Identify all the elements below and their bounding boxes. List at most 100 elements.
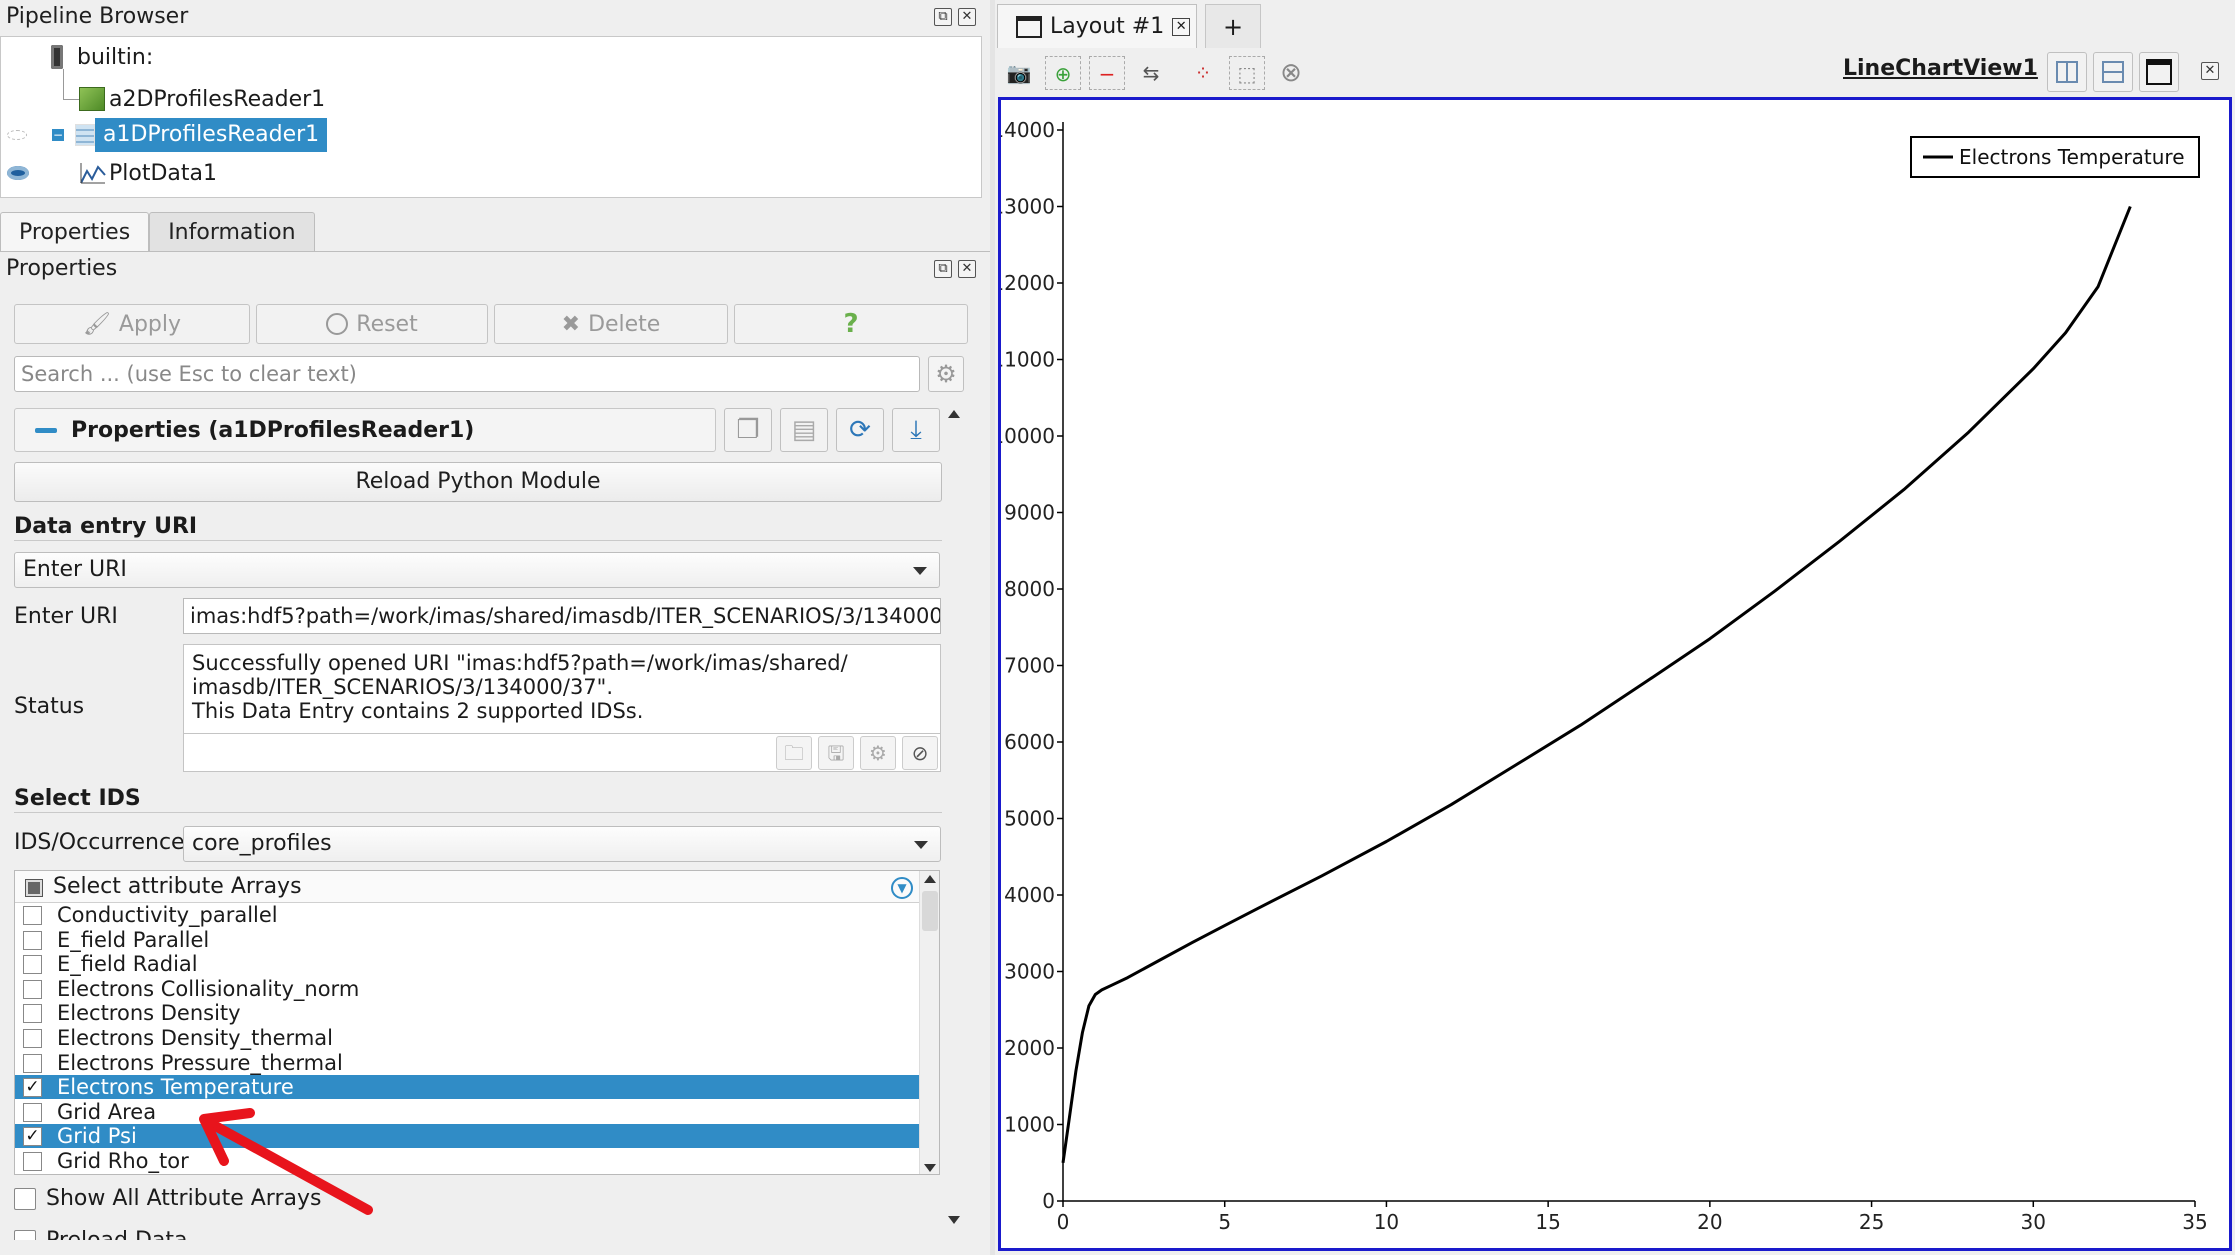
show-all-arrays-checkbox[interactable] [14, 1188, 36, 1210]
list-scrollbar[interactable] [919, 871, 939, 1174]
folder-open-icon[interactable]: 🗀 [776, 736, 812, 770]
ids-occurrence-select[interactable]: core_profiles [183, 826, 941, 862]
select-points-icon[interactable]: ⊕ [1045, 56, 1081, 90]
eye-hidden-icon[interactable] [7, 117, 27, 153]
line-chart-view[interactable]: 0100020003000400050006000700080009000100… [991, 97, 2232, 1251]
array-checkbox[interactable]: ✓ [23, 1127, 42, 1147]
reload-python-module-button[interactable]: Reload Python Module [14, 462, 942, 502]
array-checkbox[interactable] [23, 1029, 42, 1048]
list-item[interactable]: Electrons Pressure_thermal [15, 1051, 919, 1075]
close-view-icon[interactable]: ✕ [2201, 62, 2219, 80]
y-tick-label: 5000 [1004, 807, 1055, 831]
clear-icon[interactable]: ⊘ [902, 736, 938, 770]
collapse-bar-icon [35, 427, 57, 433]
save-defaults-icon[interactable]: ⤓ [892, 408, 940, 452]
tree-item-builtin[interactable]: builtin: [51, 39, 161, 75]
select-scatter-icon[interactable]: ⁘ [1185, 56, 1221, 90]
attribute-arrays-list: Select attribute Arrays ▼ Conductivity_p… [14, 870, 940, 1175]
apply-button[interactable]: 🖌 Apply [14, 304, 250, 344]
window-icon [1016, 15, 1042, 38]
show-all-arrays-label: Show All Attribute Arrays [46, 1186, 322, 1211]
array-label: Electrons Density_thermal [57, 1026, 333, 1050]
apply-icon: 🖌 [82, 311, 111, 337]
x-tick-label: 30 [2021, 1210, 2046, 1234]
list-item[interactable]: ✓ Grid Psi [15, 1124, 919, 1149]
undock-icon[interactable]: ⧉ [934, 260, 952, 278]
new-layout-tab-button[interactable]: + [1205, 4, 1261, 48]
tree-item-a1dprofilesreader1[interactable]: − a1DProfilesReader1 [47, 117, 328, 153]
source-cube-icon [79, 87, 105, 111]
delete-button[interactable]: ✖ Delete [494, 304, 728, 344]
split-vertical-icon[interactable] [2093, 52, 2133, 92]
clear-selection-icon[interactable]: ⊗ [1273, 56, 1309, 90]
series-line [1061, 205, 2132, 1164]
x-tick-label: 5 [1218, 1210, 1231, 1234]
tab-layout-1[interactable]: Layout #1 ✕ [997, 4, 1197, 48]
help-button[interactable]: ? [734, 304, 968, 344]
y-tick-label: 9000 [1004, 501, 1055, 525]
pipeline-tree: builtin: a2DProfilesReader1 − a1DProfile… [0, 36, 982, 198]
tree-item-plotdata1[interactable]: PlotData1 [79, 155, 225, 191]
status-text: Successfully opened URI "imas:hdf5?path=… [183, 644, 941, 734]
list-item[interactable]: Grid Area [15, 1100, 919, 1124]
list-item[interactable]: E_field Parallel [15, 928, 919, 952]
array-checkbox[interactable] [23, 1102, 42, 1122]
status-label: Status [14, 694, 85, 719]
data-entry-group-title: Data entry URI [14, 514, 198, 539]
maximize-icon[interactable] [2139, 52, 2179, 92]
y-tick-label: 13000 [1001, 195, 1055, 219]
line-chart[interactable]: 0100020003000400050006000700080009000100… [991, 100, 2229, 1248]
array-checkbox[interactable] [23, 906, 42, 925]
close-icon[interactable]: ✕ [958, 260, 976, 278]
paste-icon[interactable]: ▤ [780, 408, 828, 452]
reset-button[interactable]: Reset [256, 304, 488, 344]
list-item[interactable]: Conductivity_parallel [15, 903, 919, 927]
copy-icon[interactable]: ❐ [724, 408, 772, 452]
properties-section-header[interactable]: Properties (a1DProfilesReader1) [14, 408, 716, 452]
list-item[interactable]: ✓ Electrons Temperature [15, 1075, 919, 1100]
uri-input[interactable]: imas:hdf5?path=/work/imas/shared/imasdb/… [183, 598, 941, 634]
chevron-down-icon [913, 567, 927, 575]
array-checkbox[interactable] [23, 1152, 42, 1171]
zoom-to-box-icon[interactable]: ⬚ [1229, 56, 1265, 90]
split-horizontal-icon[interactable] [2047, 52, 2087, 92]
camera-icon[interactable]: 📷 [1001, 56, 1037, 90]
filter-icon[interactable]: ▼ [891, 877, 913, 899]
tab-information[interactable]: Information [149, 212, 315, 252]
tree-item-a2dprofilesreader1[interactable]: a2DProfilesReader1 [79, 81, 333, 117]
panel-scrollbar[interactable] [944, 408, 964, 1228]
view-name[interactable]: LineChartView1 [1843, 56, 2038, 81]
undock-icon[interactable]: ⧉ [934, 8, 952, 26]
select-all-checkbox[interactable] [25, 879, 43, 897]
collapse-icon[interactable]: − [51, 128, 65, 142]
array-checkbox[interactable] [23, 1004, 42, 1024]
close-icon[interactable]: ✕ [1172, 17, 1191, 36]
array-checkbox[interactable] [23, 955, 42, 975]
list-item[interactable]: Electrons Density [15, 1001, 919, 1025]
preload-data-checkbox[interactable] [14, 1230, 36, 1240]
tab-properties[interactable]: Properties [0, 212, 150, 252]
close-icon[interactable]: ✕ [958, 8, 976, 26]
save-icon[interactable]: 🖫 [818, 736, 854, 770]
eye-visible-icon[interactable] [7, 155, 29, 191]
gear-icon[interactable]: ⚙ [860, 736, 896, 770]
tree-item-label: builtin: [77, 44, 154, 70]
chevron-down-icon [914, 841, 928, 849]
array-checkbox[interactable] [23, 1053, 42, 1073]
uri-mode-select[interactable]: Enter URI [14, 552, 940, 588]
y-tick-label: 0 [1042, 1189, 1055, 1213]
list-item[interactable]: Grid Rho_tor [15, 1149, 919, 1173]
search-input[interactable]: Search ... (use Esc to clear text) [14, 356, 920, 392]
refresh-icon[interactable]: ⟳ [836, 408, 884, 452]
list-item[interactable]: E_field Radial [15, 952, 919, 976]
array-checkbox[interactable] [23, 930, 42, 950]
x-tick-label: 15 [1535, 1210, 1560, 1234]
list-item[interactable]: Electrons Collisionality_norm [15, 977, 919, 1001]
list-item[interactable]: Electrons Density_thermal [15, 1026, 919, 1050]
gear-icon[interactable]: ⚙ [928, 356, 964, 392]
array-checkbox[interactable]: ✓ [23, 1078, 42, 1098]
attribute-arrays-header[interactable]: Select attribute Arrays ▼ [15, 871, 919, 903]
array-checkbox[interactable] [23, 979, 42, 999]
select-toggle-icon[interactable]: ⇆ [1133, 56, 1169, 90]
remove-selection-icon[interactable]: − [1089, 56, 1125, 90]
